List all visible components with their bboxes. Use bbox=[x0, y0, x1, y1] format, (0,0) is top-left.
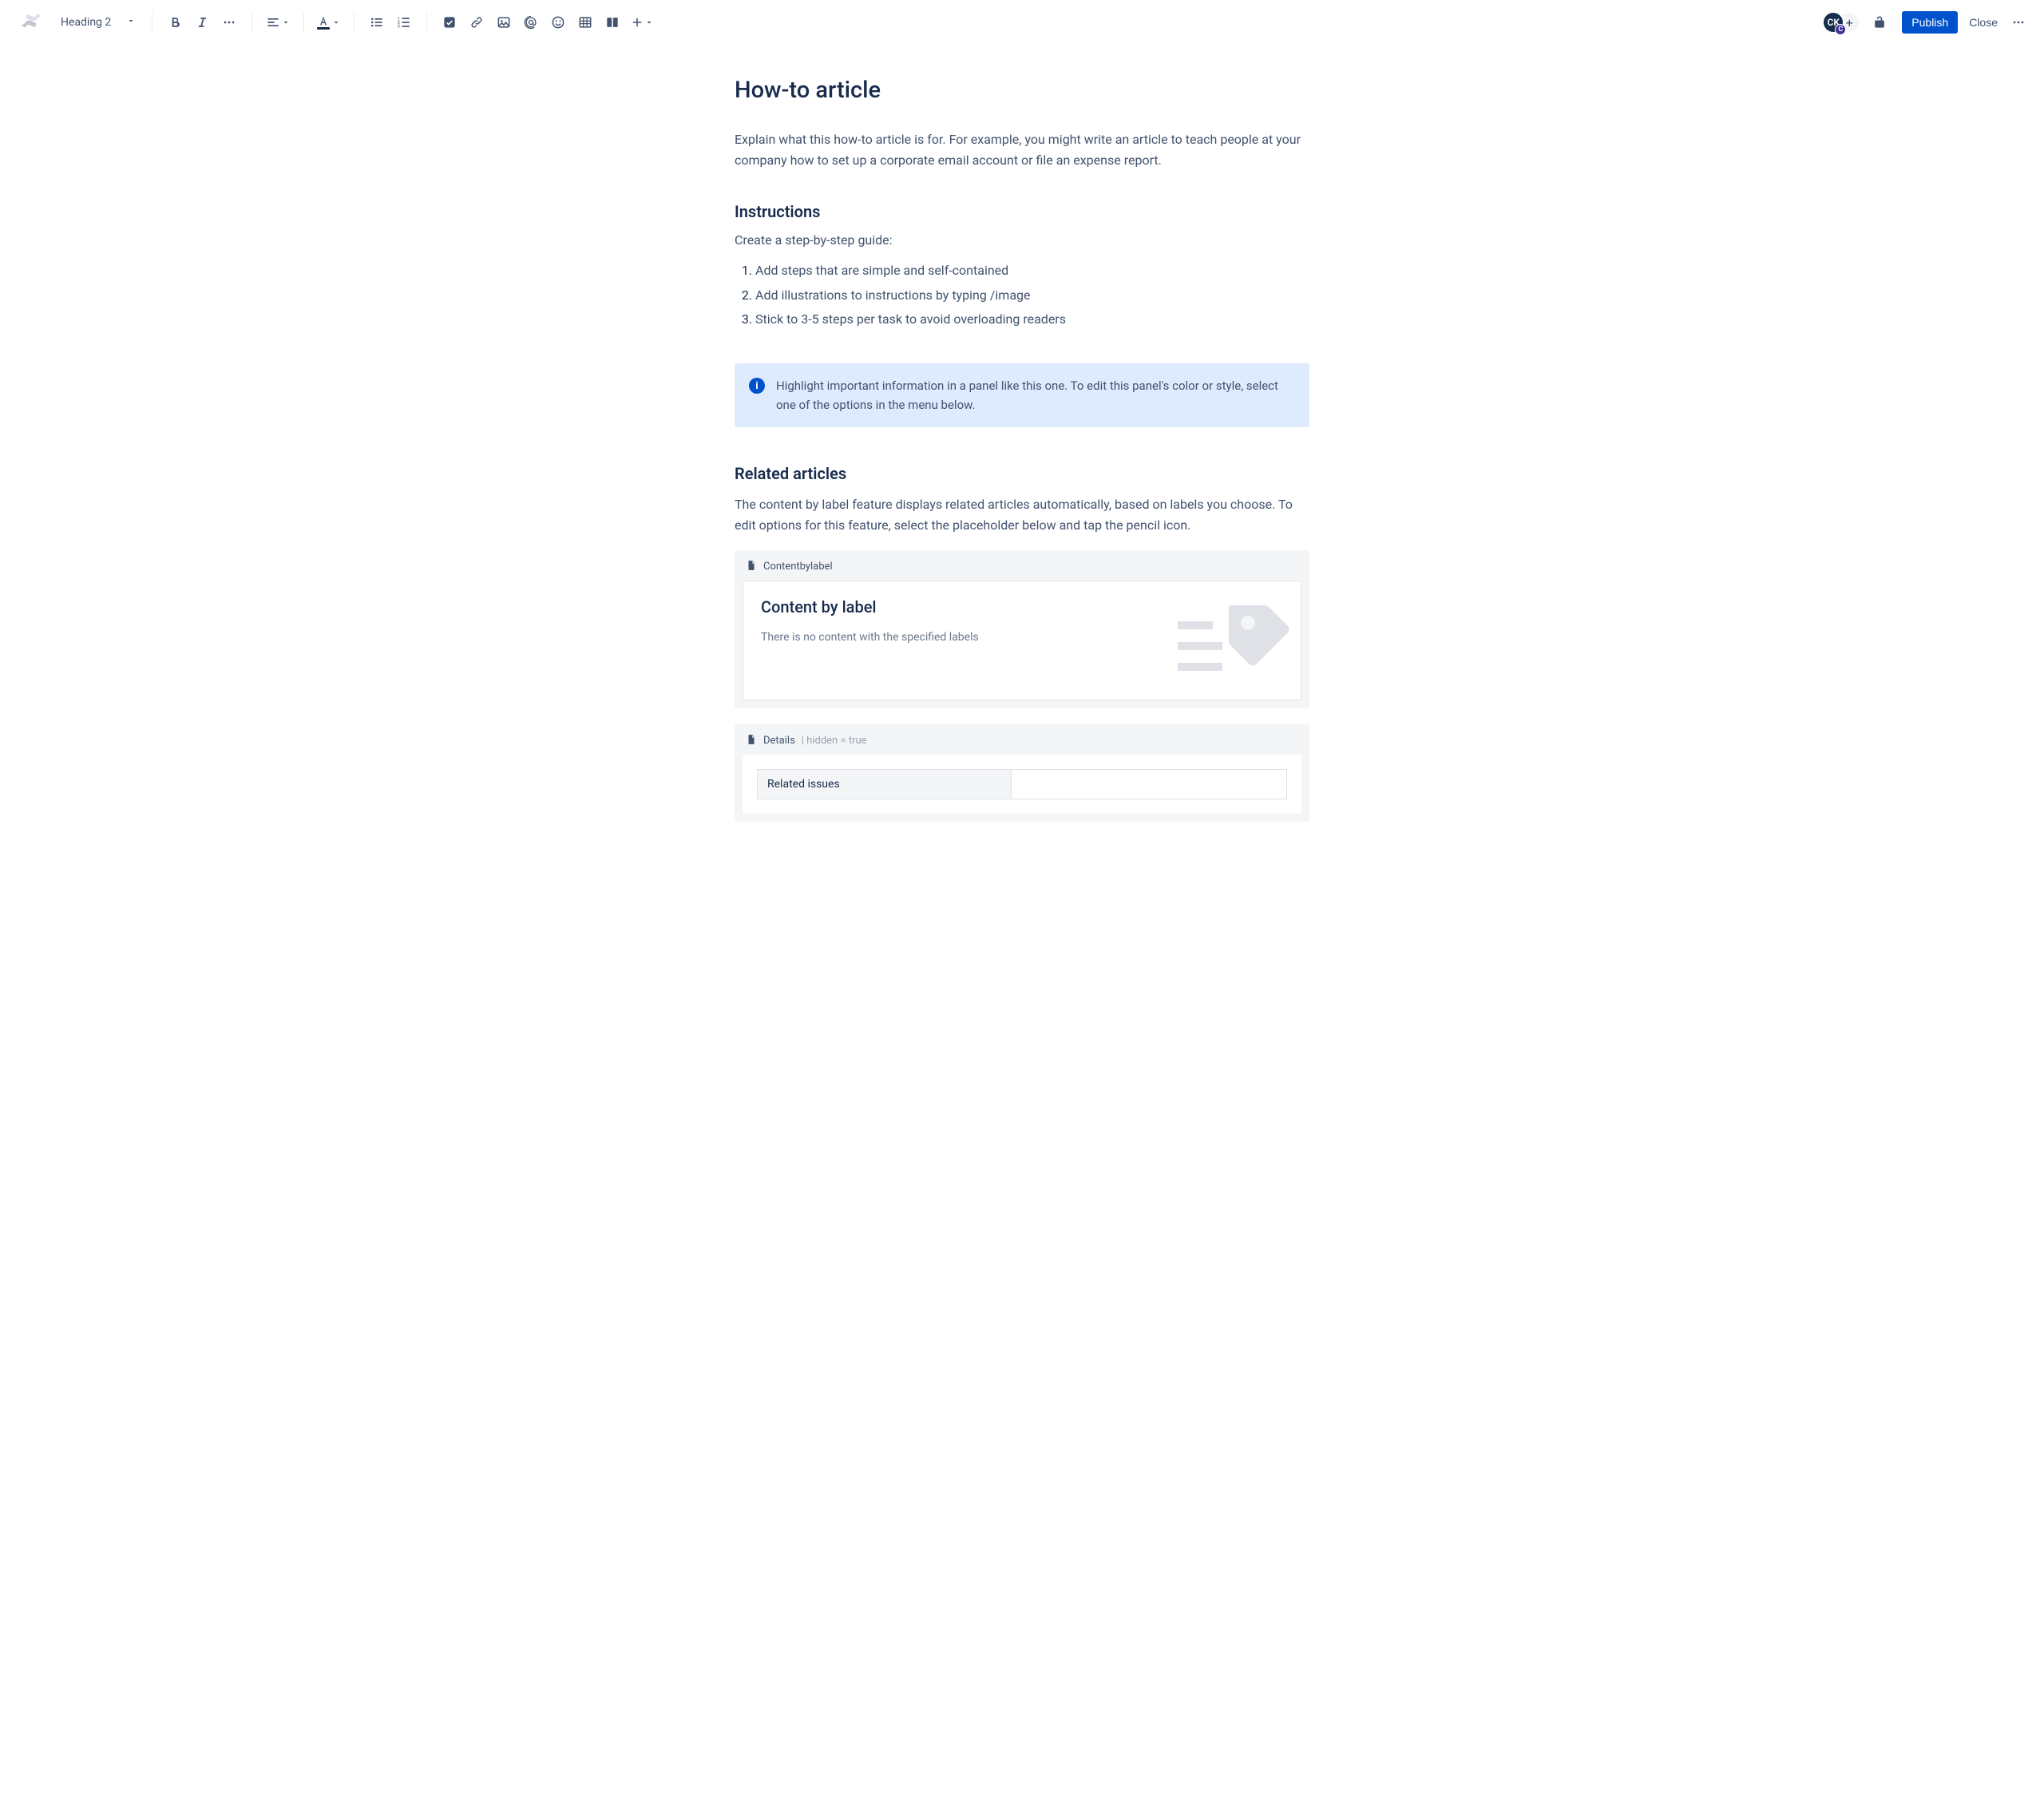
toolbar-divider bbox=[354, 13, 355, 32]
toolbar-divider bbox=[303, 13, 304, 32]
bold-button[interactable] bbox=[162, 10, 188, 35]
macro-header-label: Details bbox=[763, 735, 795, 747]
more-formatting-button[interactable] bbox=[216, 10, 242, 35]
close-button[interactable]: Close bbox=[1961, 11, 2006, 34]
toolbar-divider bbox=[152, 13, 153, 32]
document-icon bbox=[746, 560, 757, 574]
page-title[interactable]: How-to article bbox=[735, 77, 1309, 104]
text-color-swatch bbox=[317, 27, 330, 30]
chevron-down-icon bbox=[126, 16, 136, 29]
related-desc[interactable]: The content by label feature displays re… bbox=[735, 494, 1309, 535]
document-icon bbox=[746, 734, 757, 748]
table-row: Related issues bbox=[758, 769, 1287, 799]
list-item[interactable]: Add illustrations to instructions by typ… bbox=[755, 283, 1309, 307]
table-header-cell[interactable]: Related issues bbox=[758, 769, 1012, 799]
editor-content[interactable]: How-to article Explain what this how-to … bbox=[719, 45, 1325, 886]
macro-header: Details | hidden = true bbox=[743, 732, 1301, 755]
table-button[interactable] bbox=[572, 10, 598, 35]
avatar-status-badge: C bbox=[1835, 24, 1846, 35]
image-button[interactable] bbox=[491, 10, 517, 35]
text-color-dropdown[interactable] bbox=[314, 15, 344, 30]
mention-button[interactable] bbox=[518, 10, 544, 35]
steps-list[interactable]: Add steps that are simple and self-conta… bbox=[735, 259, 1309, 331]
instructions-lead[interactable]: Create a step-by-step guide: bbox=[735, 232, 1309, 248]
toolbar-divider bbox=[426, 13, 427, 32]
info-icon: i bbox=[749, 378, 765, 394]
table-cell[interactable] bbox=[1012, 769, 1287, 799]
link-button[interactable] bbox=[464, 10, 489, 35]
action-item-button[interactable] bbox=[437, 10, 462, 35]
more-actions-button[interactable] bbox=[2006, 10, 2031, 35]
macro-header: Contentbylabel bbox=[743, 558, 1301, 581]
macro-card[interactable]: Content by label There is no content wit… bbox=[743, 581, 1301, 700]
intro-paragraph[interactable]: Explain what this how-to article is for.… bbox=[735, 129, 1309, 170]
confluence-logo-icon bbox=[22, 11, 41, 34]
svg-text:3: 3 bbox=[398, 25, 400, 30]
alignment-dropdown[interactable] bbox=[262, 14, 294, 30]
macro-header-label: Contentbylabel bbox=[763, 561, 833, 573]
label-illustration-icon bbox=[1178, 597, 1289, 688]
numbered-list-button[interactable]: 123 bbox=[391, 10, 417, 35]
avatar-stack: CK C + bbox=[1822, 11, 1860, 34]
restrictions-button[interactable] bbox=[1867, 10, 1892, 35]
related-articles-heading[interactable]: Related articles bbox=[735, 464, 1309, 483]
info-panel[interactable]: i Highlight important information in a p… bbox=[735, 363, 1309, 427]
instructions-heading[interactable]: Instructions bbox=[735, 202, 1309, 221]
emoji-button[interactable] bbox=[545, 10, 571, 35]
publish-button[interactable]: Publish bbox=[1902, 11, 1958, 34]
list-item[interactable]: Add steps that are simple and self-conta… bbox=[755, 259, 1309, 283]
text-style-label: Heading 2 bbox=[61, 16, 111, 29]
bullet-list-button[interactable] bbox=[364, 10, 390, 35]
details-macro[interactable]: Details | hidden = true Related issues bbox=[735, 724, 1309, 822]
info-panel-text[interactable]: Highlight important information in a pan… bbox=[776, 376, 1295, 414]
details-table[interactable]: Related issues bbox=[757, 769, 1287, 799]
insert-dropdown[interactable] bbox=[627, 15, 657, 30]
editor-toolbar: Heading 2 123 bbox=[0, 0, 2044, 45]
content-by-label-macro[interactable]: Contentbylabel Content by label There is… bbox=[735, 550, 1309, 708]
layouts-button[interactable] bbox=[600, 10, 625, 35]
italic-button[interactable] bbox=[189, 10, 215, 35]
list-item[interactable]: Stick to 3-5 steps per task to avoid ove… bbox=[755, 307, 1309, 331]
text-style-dropdown[interactable]: Heading 2 bbox=[54, 13, 142, 32]
user-avatar[interactable]: CK C bbox=[1822, 11, 1844, 34]
macro-header-meta: | hidden = true bbox=[802, 735, 867, 747]
